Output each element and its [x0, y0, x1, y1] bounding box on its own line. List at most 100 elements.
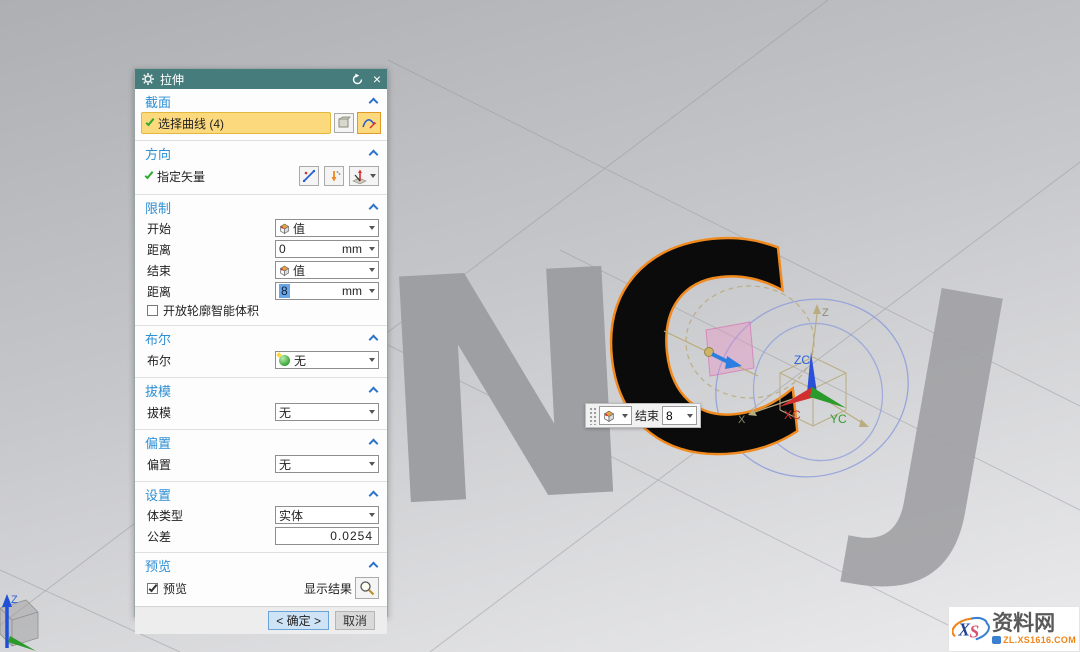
start-combo[interactable]: 值: [275, 219, 379, 237]
dropdown-arrow-icon: [369, 513, 375, 517]
end-combo[interactable]: 值: [275, 261, 379, 279]
offset-label: 偏置: [147, 456, 171, 473]
cube-icon: [603, 410, 615, 422]
dropdown-arrow-icon: [687, 414, 693, 418]
cancel-button[interactable]: 取消: [335, 611, 375, 630]
onscreen-input-toolbar: 结束 8: [585, 403, 701, 428]
view-triad-z-label: Z: [11, 594, 18, 606]
wcs-xc-label: XC: [784, 408, 801, 422]
ok-button[interactable]: < 确定 >: [268, 611, 329, 630]
dropdown-arrow-icon: [369, 462, 375, 466]
boolean-value: 无: [294, 352, 366, 369]
tolerance-value: 0.0254: [330, 529, 373, 543]
group-draft: 拔模 拔模 无: [135, 378, 387, 430]
xs-logo-icon: X S: [952, 610, 990, 648]
close-icon[interactable]: ×: [373, 72, 381, 86]
preview-header[interactable]: 预览: [135, 555, 387, 575]
watermark-bar: [992, 636, 1001, 644]
dropdown-arrow-icon: [369, 410, 375, 414]
open-profile-label: 开放轮廓智能体积: [163, 302, 259, 319]
end-value-text: 8: [666, 409, 684, 423]
two-point-vector-icon[interactable]: [299, 166, 319, 186]
dropdown-arrow-icon: [369, 226, 375, 230]
preview-checkbox[interactable]: [147, 583, 158, 594]
boolean-none-icon: [279, 355, 290, 366]
boolean-combo[interactable]: 无: [275, 351, 379, 369]
collapse-icon[interactable]: [369, 439, 379, 449]
collapse-icon[interactable]: [369, 491, 379, 501]
boolean-header-label: 布尔: [145, 329, 370, 348]
end-distance-label: 距离: [147, 283, 171, 300]
group-section: 截面 选择曲线 (4): [135, 89, 387, 141]
wcs-z-label: Z: [822, 307, 829, 319]
dropdown-arrow-icon: [369, 268, 375, 272]
collapse-icon[interactable]: [369, 204, 379, 214]
watermark-site-url: ZL.XS1616.COM: [1003, 635, 1076, 645]
collapse-icon[interactable]: [369, 150, 379, 160]
reverse-direction-icon[interactable]: [324, 166, 344, 186]
drag-handle[interactable]: [589, 407, 596, 425]
start-value: 值: [293, 220, 366, 237]
open-profile-checkbox[interactable]: [147, 305, 158, 316]
reset-icon[interactable]: [351, 72, 365, 86]
boolean-label: 布尔: [147, 352, 171, 369]
limits-header-label: 限制: [145, 198, 370, 217]
dialog-title: 拉伸: [160, 71, 351, 88]
letter-c-extrude[interactable]: C: [581, 178, 824, 530]
end-value: 值: [293, 262, 366, 279]
view-orientation-triad: Z: [0, 594, 38, 651]
wcs-zc-label: ZC: [794, 353, 810, 367]
magnifier-icon: [359, 580, 375, 596]
draft-header[interactable]: 拔模: [135, 380, 387, 400]
group-boolean: 布尔 布尔 无: [135, 326, 387, 378]
preview-header-label: 预览: [145, 556, 370, 575]
collapse-icon[interactable]: [369, 335, 379, 345]
specify-vector-label: 指定矢量: [157, 168, 205, 185]
boolean-header[interactable]: 布尔: [135, 328, 387, 348]
show-result-label: 显示结果: [304, 580, 352, 597]
group-limits: 限制 开始 值 距离 0 mm: [135, 195, 387, 326]
letter-j[interactable]: J: [836, 215, 1044, 618]
end-field-label: 结束: [635, 407, 659, 424]
face-region-select-icon[interactable]: [334, 113, 354, 133]
collapse-icon[interactable]: [369, 387, 379, 397]
offset-header[interactable]: 偏置: [135, 432, 387, 452]
end-distance-unit: mm: [342, 284, 362, 298]
limit-option-combo[interactable]: [599, 406, 632, 425]
logo-x: X: [957, 619, 970, 639]
section-header[interactable]: 截面: [135, 91, 387, 111]
vector-dialog-icon[interactable]: [349, 166, 379, 186]
cube-icon: [279, 265, 290, 276]
direction-header[interactable]: 方向: [135, 143, 387, 163]
end-value-field[interactable]: 8: [662, 406, 697, 425]
show-result-button[interactable]: [355, 577, 379, 599]
dropdown-arrow-icon: [370, 174, 376, 178]
draft-combo[interactable]: 无: [275, 403, 379, 421]
end-distance-field[interactable]: 8 mm: [275, 282, 379, 300]
dropdown-arrow-icon: [369, 289, 375, 293]
group-settings: 设置 体类型 实体 公差 0.0254: [135, 482, 387, 553]
offset-value: 无: [279, 456, 366, 473]
body-type-combo[interactable]: 实体: [275, 506, 379, 524]
checkmark-icon: [148, 582, 157, 591]
dropdown-arrow-icon: [369, 358, 375, 362]
start-distance-field[interactable]: 0 mm: [275, 240, 379, 258]
dialog-footer: < 确定 > 取消: [135, 606, 387, 634]
direction-header-label: 方向: [145, 144, 370, 163]
extrude-dialog: 拉伸 × 截面 选择曲线 (4): [134, 68, 388, 617]
tolerance-label: 公差: [147, 528, 171, 545]
collapse-icon[interactable]: [369, 562, 379, 572]
watermark-logo: X S 资料网 ZL.XS1616.COM: [948, 606, 1080, 652]
tolerance-field[interactable]: 0.0254: [275, 527, 379, 545]
collapse-icon[interactable]: [369, 98, 379, 108]
curve-select-icon[interactable]: [357, 112, 381, 134]
limits-header[interactable]: 限制: [135, 197, 387, 217]
settings-header-label: 设置: [145, 485, 370, 504]
dialog-titlebar[interactable]: 拉伸 ×: [135, 69, 387, 89]
offset-combo[interactable]: 无: [275, 455, 379, 473]
settings-header[interactable]: 设置: [135, 484, 387, 504]
wcs-x-label: X: [738, 414, 746, 426]
gear-icon: [141, 72, 155, 86]
draft-header-label: 拔模: [145, 381, 370, 400]
select-curve-field[interactable]: 选择曲线 (4): [141, 112, 331, 134]
